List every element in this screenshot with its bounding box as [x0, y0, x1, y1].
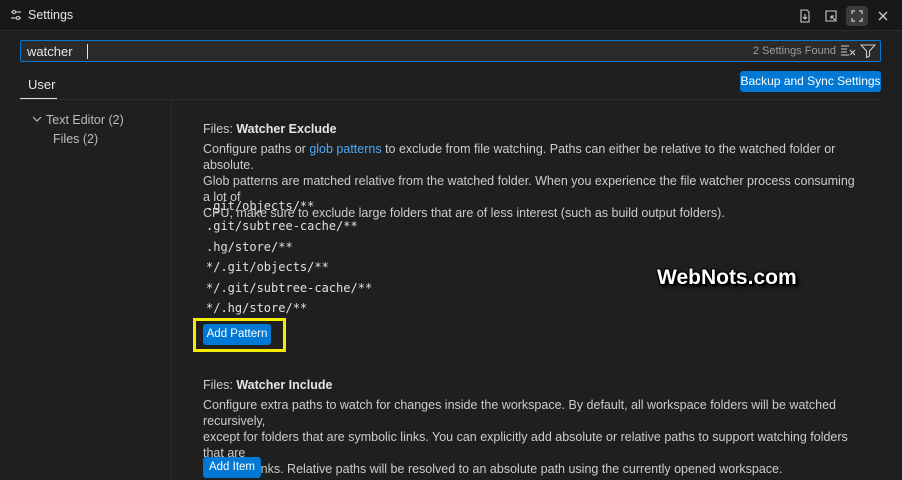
tab-user[interactable]: User [28, 77, 55, 92]
setting-category: Files: [203, 122, 237, 136]
pattern-item[interactable]: .git/objects/** [206, 199, 314, 213]
backup-sync-button[interactable]: Backup and Sync Settings [740, 71, 881, 92]
search-input[interactable]: watcher [27, 44, 73, 59]
pattern-item[interactable]: .git/subtree-cache/** [206, 219, 358, 233]
setting-description: Configure extra paths to watch for chang… [203, 397, 863, 477]
pattern-item[interactable]: */.git/objects/** [206, 260, 329, 274]
setting-name: Watcher Include [236, 378, 333, 392]
title-bar: Settings [0, 0, 902, 31]
desc-text: Configure paths or [203, 142, 310, 156]
setting-title-watcher-exclude: Files: Watcher Exclude [203, 122, 337, 136]
results-count: 2 Settings Found [752, 45, 836, 57]
watermark: WebNots.com [657, 266, 797, 289]
setting-name: Watcher Exclude [236, 122, 337, 136]
window-title: Settings [28, 8, 74, 22]
split-editor-icon[interactable] [820, 6, 842, 26]
pattern-item[interactable]: .hg/store/** [206, 240, 293, 254]
settings-search[interactable]: watcher 2 Settings Found [20, 40, 881, 62]
close-icon[interactable] [872, 6, 894, 26]
desc-line: symbolic links. Relative paths will be r… [203, 462, 783, 476]
title-actions [794, 6, 894, 26]
header-divider [20, 99, 881, 100]
maximize-icon[interactable] [846, 6, 868, 26]
desc-line: Configure extra paths to watch for chang… [203, 398, 836, 428]
open-json-icon[interactable] [794, 6, 816, 26]
text-cursor [87, 44, 88, 59]
setting-title-watcher-include: Files: Watcher Include [203, 378, 332, 392]
desc-line: except for folders that are symbolic lin… [203, 430, 848, 460]
clear-filter-icon[interactable] [840, 44, 856, 58]
chevron-down-icon[interactable] [32, 115, 42, 123]
pattern-item[interactable]: */.git/subtree-cache/** [206, 281, 372, 295]
toc-item-files[interactable]: Files (2) [53, 132, 98, 146]
glob-patterns-link[interactable]: glob patterns [309, 142, 381, 156]
toc-divider [171, 100, 172, 480]
highlight-box [193, 318, 286, 352]
toc-item-text-editor[interactable]: Text Editor (2) [46, 113, 124, 127]
pattern-item[interactable]: */.hg/store/** [206, 301, 307, 315]
filter-icon[interactable] [860, 44, 876, 58]
desc-line: Configure paths or glob patterns to excl… [203, 141, 863, 173]
setting-category: Files: [203, 378, 237, 392]
settings-icon [11, 9, 21, 21]
add-item-button[interactable]: Add Item [203, 457, 261, 478]
